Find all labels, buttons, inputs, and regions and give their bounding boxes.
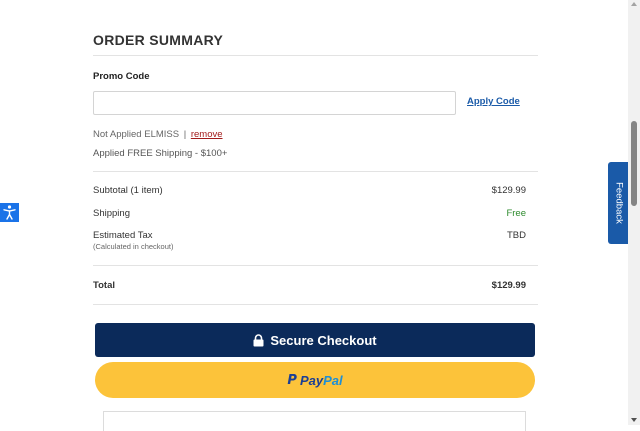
secure-checkout-button[interactable]: Secure Checkout <box>95 323 535 357</box>
promo-status-text: Not Applied ELMISS <box>93 129 180 140</box>
promo-code-input[interactable] <box>93 91 456 115</box>
accessibility-icon <box>3 205 16 220</box>
paypal-logo: P <box>287 372 297 388</box>
paypal-wordmark: PayPal <box>300 373 343 388</box>
scroll-up-arrow-icon[interactable] <box>631 2 637 6</box>
feedback-label: Feedback <box>613 182 625 224</box>
totals-divider <box>93 265 538 266</box>
total-divider <box>93 304 538 305</box>
paypal-button[interactable]: P PayPal <box>95 362 535 398</box>
estimated-tax-label: Estimated Tax <box>93 230 153 241</box>
promo-code-label: Promo Code <box>93 71 150 82</box>
secure-checkout-label: Secure Checkout <box>270 332 377 348</box>
paypal-wordmark-pal: Pal <box>323 372 343 388</box>
applied-promo-text: Applied FREE Shipping - $100+ <box>93 148 228 159</box>
order-summary-title: ORDER SUMMARY <box>93 32 224 48</box>
promo-status: Not Applied ELMISS | remove <box>93 129 223 140</box>
title-divider <box>93 55 538 56</box>
estimated-tax-value: TBD <box>507 230 526 241</box>
total-value: $129.99 <box>491 280 526 291</box>
tax-note: (Calculated in checkout) <box>93 242 174 251</box>
accessibility-button[interactable] <box>0 203 19 222</box>
promo-status-separator: | <box>183 129 187 140</box>
payment-options-box <box>103 411 526 431</box>
shipping-value: Free <box>506 208 526 219</box>
vertical-scrollbar[interactable] <box>628 0 640 425</box>
promo-divider <box>93 171 538 172</box>
scroll-down-arrow-icon[interactable] <box>631 418 637 422</box>
subtotal-label: Subtotal (1 item) <box>93 185 163 196</box>
scrollbar-thumb[interactable] <box>631 121 637 206</box>
remove-promo-link[interactable]: remove <box>191 129 223 140</box>
apply-code-link[interactable]: Apply Code <box>467 96 520 107</box>
lock-icon <box>253 333 264 346</box>
feedback-tab[interactable]: Feedback <box>608 162 630 244</box>
paypal-wordmark-pay: Pay <box>299 372 324 388</box>
order-summary-page: ORDER SUMMARY Promo Code Apply Code Not … <box>0 0 630 431</box>
total-label: Total <box>93 280 115 291</box>
shipping-label: Shipping <box>93 208 130 219</box>
subtotal-value: $129.99 <box>491 185 526 196</box>
